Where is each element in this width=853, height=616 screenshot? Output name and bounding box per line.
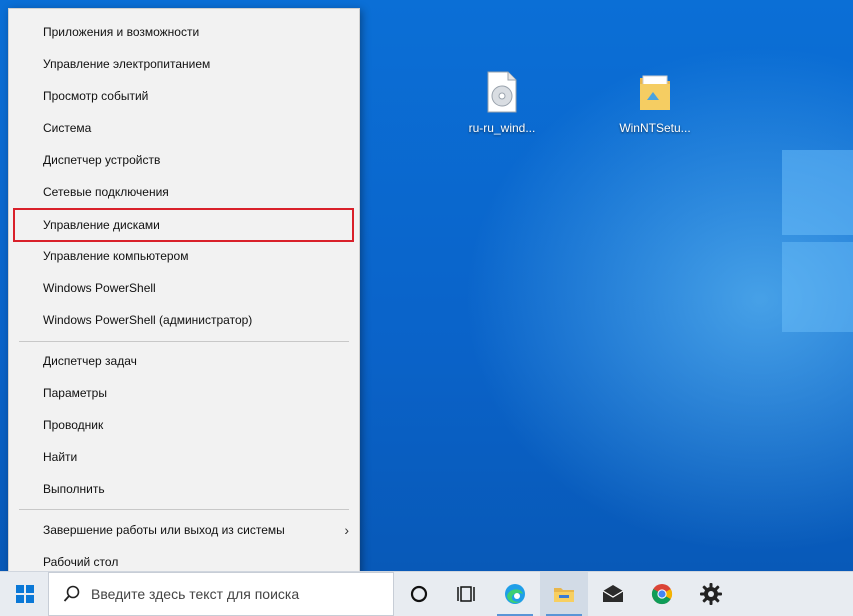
menu-item-disk-management[interactable]: Управление дисками bbox=[13, 208, 354, 242]
cortana-button[interactable] bbox=[395, 572, 443, 616]
windows-logo-icon bbox=[16, 585, 34, 603]
menu-item-computer-management[interactable]: Управление компьютером bbox=[9, 241, 359, 271]
task-view-icon bbox=[457, 586, 475, 602]
menu-item-apps-features[interactable]: Приложения и возможности bbox=[9, 17, 359, 47]
wallpaper-pane bbox=[782, 150, 853, 235]
mail-icon bbox=[602, 585, 624, 602]
menu-item-run[interactable]: Выполнить bbox=[9, 474, 359, 504]
desktop-icon-label: ru-ru_wind... bbox=[468, 121, 536, 135]
file-explorer-icon bbox=[554, 588, 574, 602]
menu-item-file-explorer[interactable]: Проводник bbox=[9, 410, 359, 440]
winx-context-menu: Приложения и возможности Управление элек… bbox=[8, 8, 360, 584]
settings-button[interactable] bbox=[687, 572, 735, 616]
search-placeholder: Введите здесь текст для поиска bbox=[91, 586, 300, 602]
mail-button[interactable] bbox=[589, 572, 637, 616]
search-icon bbox=[63, 585, 80, 602]
menu-item-system[interactable]: Система bbox=[9, 113, 359, 143]
desktop-icon-iso[interactable]: ru-ru_wind... bbox=[457, 70, 547, 135]
menu-item-powershell-admin[interactable]: Windows PowerShell (администратор) bbox=[9, 305, 359, 335]
menu-item-event-viewer[interactable]: Просмотр событий bbox=[9, 81, 359, 111]
cortana-icon bbox=[410, 585, 428, 603]
desktop-icon-folder[interactable]: WinNTSetu... bbox=[610, 70, 700, 135]
start-button[interactable] bbox=[0, 572, 48, 616]
edge-button[interactable] bbox=[491, 572, 539, 616]
menu-item-task-manager[interactable]: Диспетчер задач bbox=[9, 346, 359, 376]
chevron-right-icon: › bbox=[344, 522, 349, 538]
menu-item-shutdown-signout[interactable]: Завершение работы или выход из системы › bbox=[9, 515, 359, 545]
menu-separator bbox=[19, 341, 349, 342]
menu-item-device-manager[interactable]: Диспетчер устройств bbox=[9, 145, 359, 175]
menu-item-powershell[interactable]: Windows PowerShell bbox=[9, 273, 359, 303]
menu-separator bbox=[19, 509, 349, 510]
disc-image-icon bbox=[487, 71, 517, 113]
menu-item-settings[interactable]: Параметры bbox=[9, 378, 359, 408]
menu-item-power-options[interactable]: Управление электропитанием bbox=[9, 49, 359, 79]
taskbar: Введите здесь текст для поиска bbox=[0, 571, 853, 616]
taskbar-search-box[interactable]: Введите здесь текст для поиска bbox=[48, 572, 394, 616]
menu-item-label: Завершение работы или выход из системы bbox=[43, 523, 285, 537]
task-view-button[interactable] bbox=[443, 572, 491, 616]
menu-item-search[interactable]: Найти bbox=[9, 442, 359, 472]
file-explorer-button[interactable] bbox=[540, 572, 588, 616]
folder-icon bbox=[640, 75, 670, 110]
desktop-icon-label: WinNTSetu... bbox=[619, 121, 691, 135]
settings-icon bbox=[700, 583, 722, 605]
chrome-icon bbox=[651, 584, 673, 605]
wallpaper-pane bbox=[782, 242, 853, 332]
menu-item-network-connections[interactable]: Сетевые подключения bbox=[9, 177, 359, 207]
chrome-button[interactable] bbox=[638, 572, 686, 616]
edge-icon bbox=[505, 584, 525, 604]
